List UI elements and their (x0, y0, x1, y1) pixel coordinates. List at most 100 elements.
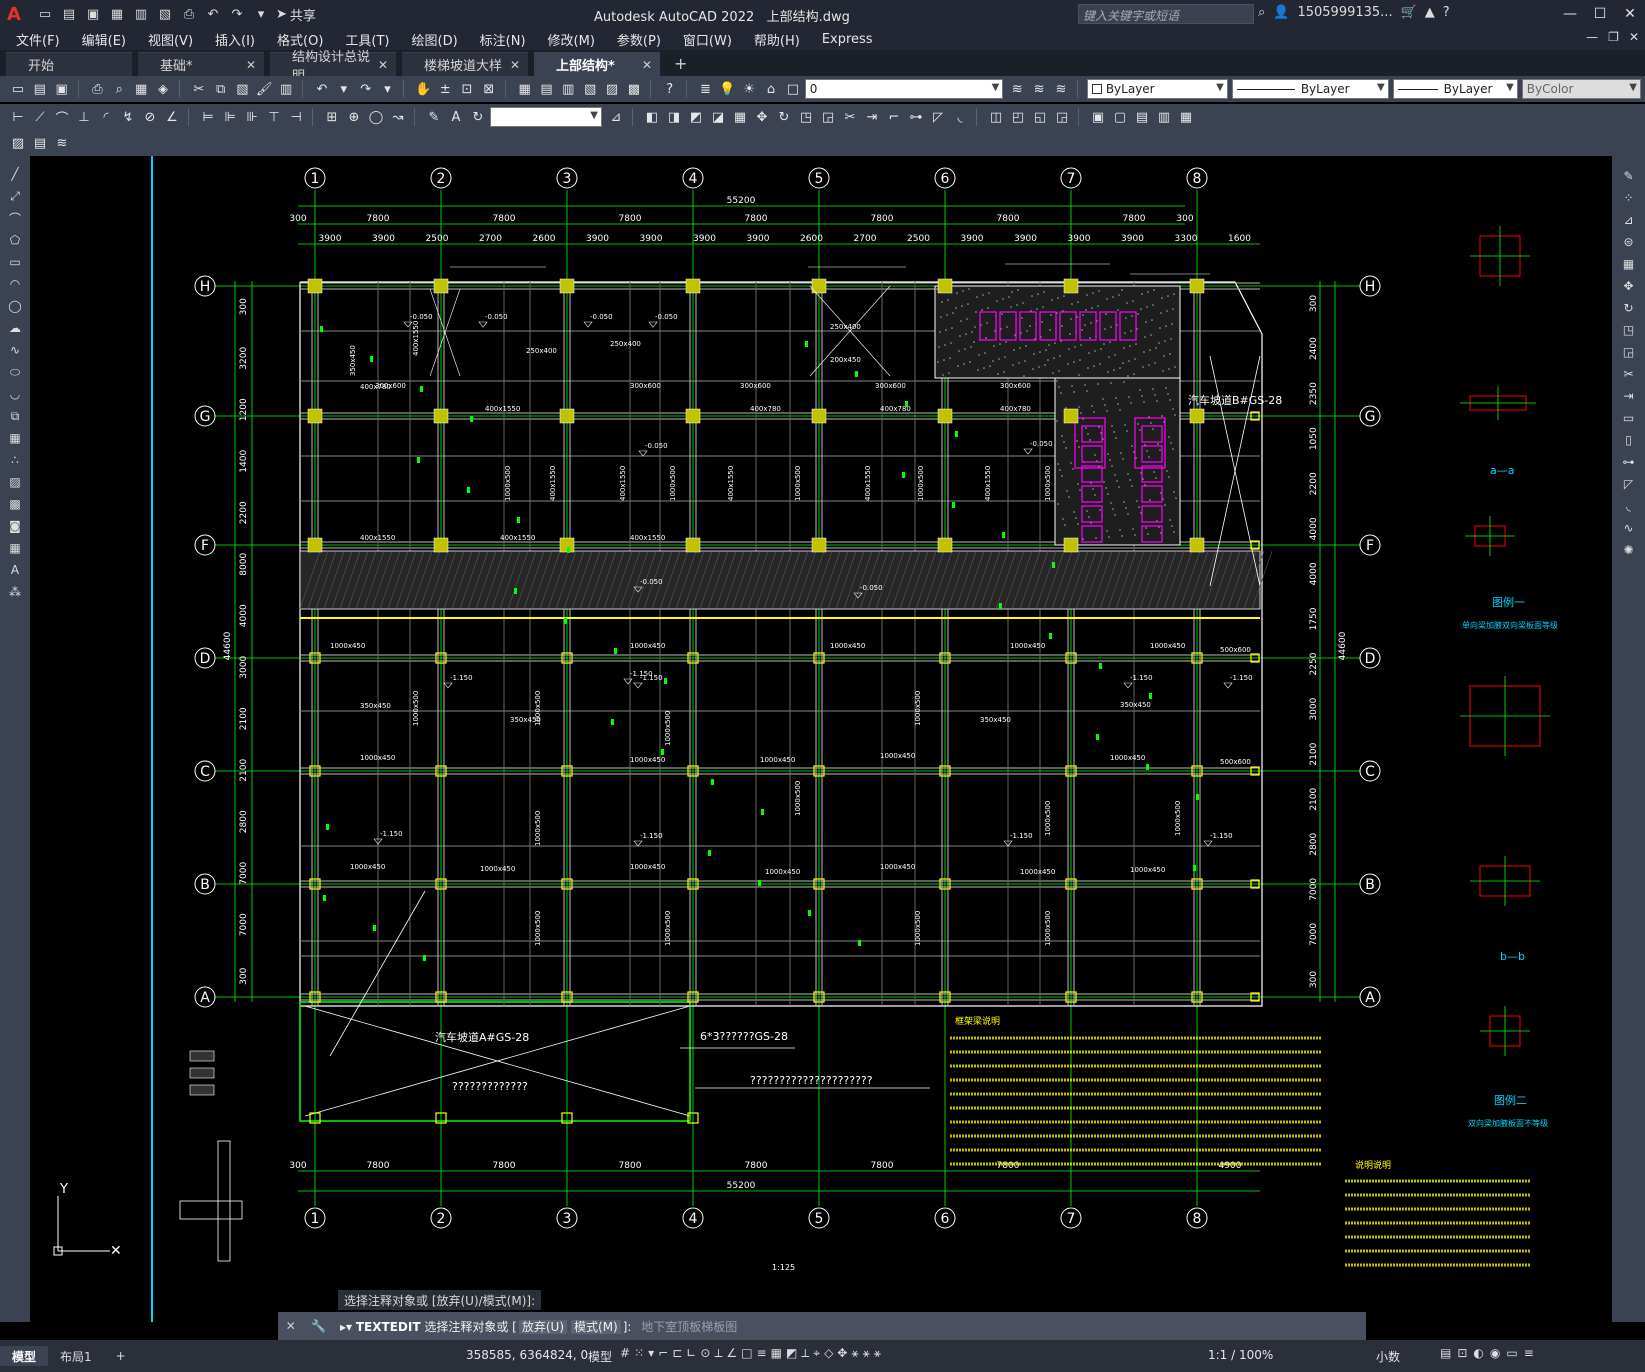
sheet-set-icon[interactable]: ▧ (580, 79, 600, 99)
annotation-scale-icon[interactable]: ⚹ (874, 1346, 881, 1361)
menu-help[interactable]: 帮助(H) (754, 30, 800, 49)
linear-dimension-icon[interactable]: ⊢ (8, 107, 28, 127)
zoom-window-icon[interactable]: ⊡ (457, 79, 477, 99)
tool-palettes-icon[interactable]: ▥ (558, 79, 578, 99)
keyword-undo[interactable]: 放弃(U) (518, 1319, 568, 1334)
dim-style-dropdown[interactable]: ▼ (490, 107, 602, 127)
menu-file[interactable]: 文件(F) (16, 30, 60, 49)
cart-icon[interactable]: 🛒 (1401, 5, 1417, 20)
continue-icon[interactable]: ⊪ (242, 107, 262, 127)
snap-icon[interactable]: ⁙ (634, 1346, 644, 1361)
annotation-visibility-icon[interactable]: ⚹ (851, 1346, 858, 1361)
mtext-icon[interactable]: A (4, 560, 26, 580)
transparency-icon[interactable]: ▦ (771, 1346, 782, 1361)
isodraft-icon[interactable]: ⟂ (714, 1346, 722, 1361)
add-layout-icon[interactable]: + (104, 1346, 138, 1366)
qnew-icon[interactable]: ▭ (8, 79, 28, 99)
fillet-icon[interactable]: ◟ (950, 107, 970, 127)
ortho-icon[interactable]: ∟ (686, 1346, 696, 1361)
share-button[interactable]: ➤ 共享 (276, 5, 316, 24)
markup-icon[interactable]: ▨ (602, 79, 622, 99)
insert-block-icon[interactable]: ⧉ (4, 406, 26, 426)
multileader-style-icon[interactable]: ≋ (52, 133, 72, 153)
erase-icon[interactable]: ✎ (1618, 166, 1640, 186)
region-icon[interactable]: ◙ (4, 516, 26, 536)
isolate-objects-icon[interactable]: ◐ (1473, 1346, 1483, 1360)
open-icon[interactable]: ▤ (30, 79, 50, 99)
dim-text-edit-icon[interactable]: A (446, 107, 466, 127)
explode-icon[interactable]: ✺ (1618, 540, 1640, 560)
auto-scale-icon[interactable]: ⚹ (863, 1346, 870, 1361)
3dprint-icon[interactable]: ◈ (153, 79, 173, 99)
array-icon[interactable]: ▦ (730, 107, 750, 127)
clean-screen-icon[interactable]: ▭ (1506, 1346, 1517, 1360)
cut-icon[interactable]: ✂ (189, 79, 209, 99)
plotstyle-dropdown[interactable]: ByColor ▼ (1521, 79, 1641, 99)
copy-icon[interactable]: ⁘ (1618, 188, 1640, 208)
scale-icon[interactable]: ◳ (796, 107, 816, 127)
publish-icon[interactable]: ▦ (131, 79, 151, 99)
menu-draw[interactable]: 绘图(D) (412, 30, 458, 49)
trim-icon[interactable]: ✂ (1618, 364, 1640, 384)
ordinate-icon[interactable]: ⊥ (74, 107, 94, 127)
selection-filter-icon[interactable]: ◇ (824, 1346, 833, 1361)
menu-dimension[interactable]: 标注(N) (480, 30, 526, 49)
construction-line-icon[interactable]: ⤢ (4, 186, 26, 206)
help-icon[interactable]: ? (660, 79, 680, 99)
customize-icon[interactable]: 🔧 (311, 1319, 326, 1333)
zoom-previous-icon[interactable]: ⊠ (479, 79, 499, 99)
offset-icon[interactable]: ⊜ (1618, 232, 1640, 252)
tab-structural-notes[interactable]: 结构设计总说明✕ (270, 50, 396, 84)
extend-icon[interactable]: ⇥ (862, 107, 882, 127)
hatch-icon[interactable]: ▨ (4, 472, 26, 492)
object-snap-icon[interactable]: □ (741, 1346, 752, 1361)
coordinates-readout[interactable]: 358585, 6364824, 0 (466, 1348, 588, 1362)
selection-cycling-icon[interactable]: ◩ (786, 1346, 797, 1361)
linetype-dropdown[interactable]: ByLayer ▼ (1231, 79, 1389, 99)
close-icon[interactable]: ✕ (286, 1319, 296, 1333)
keyword-mode[interactable]: 模式(M) (571, 1319, 621, 1334)
center-mark-icon[interactable]: ⊕ (344, 107, 364, 127)
menu-insert[interactable]: 插入(I) (215, 30, 255, 49)
copy-object-icon[interactable]: ◨ (664, 107, 684, 127)
menu-view[interactable]: 视图(V) (148, 30, 193, 49)
customize-icon[interactable]: ≡ (1524, 1346, 1534, 1360)
menu-window[interactable]: 窗口(W) (683, 30, 732, 49)
layer-color-swatch-icon[interactable]: □ (783, 79, 803, 99)
plot-preview-icon[interactable]: ▧ (154, 4, 176, 24)
annotation-scale-dropdown[interactable]: 1:1 / 100% (1208, 1348, 1273, 1362)
redo-icon[interactable]: ↷ (226, 4, 248, 24)
stretch-icon[interactable]: ◲ (1618, 342, 1640, 362)
text-style-icon[interactable]: ▨ (8, 133, 28, 153)
send-back-icon[interactable]: ◱ (1030, 107, 1050, 127)
dynamic-input-icon[interactable]: ⊏ (672, 1346, 682, 1361)
zoom-realtime-icon[interactable]: ± (435, 79, 455, 99)
break-icon[interactable]: ⊣ (286, 107, 306, 127)
group-select-icon[interactable]: ▥ (1154, 107, 1174, 127)
mirror-icon[interactable]: ⊿ (1618, 210, 1640, 230)
tab-superstructure[interactable]: 上部结构* ✕ (534, 52, 660, 76)
rectangle-icon[interactable]: ▭ (4, 252, 26, 272)
polygon-icon[interactable]: ⬠ (4, 230, 26, 250)
chamfer-icon[interactable]: ◸ (928, 107, 948, 127)
new-tab-icon[interactable]: + (666, 54, 695, 76)
command-line[interactable]: 选择注释对象或 [放弃(U)/模式(M)]: ✕ 🔧 ▸▾ TEXTEDIT 选… (278, 1290, 1366, 1340)
text-front-icon[interactable]: ◲ (1052, 107, 1072, 127)
hardware-acceleration-icon[interactable]: ◉ (1490, 1346, 1500, 1360)
circle-icon[interactable]: ◯ (4, 296, 26, 316)
new-file-icon[interactable]: ▭ (34, 4, 56, 24)
menu-edit[interactable]: 编辑(E) (82, 30, 126, 49)
save-icon[interactable]: ▣ (52, 79, 72, 99)
lineweight-dropdown[interactable]: ByLayer ▼ (1392, 79, 1518, 99)
search-icon[interactable]: ⌕ (1258, 5, 1265, 20)
lineweight-icon[interactable]: ≡ (757, 1346, 767, 1361)
blend-icon[interactable]: ∿ (1618, 518, 1640, 538)
search-input[interactable]: 键入关键字或短语 (1078, 4, 1254, 24)
group-edit-icon[interactable]: ▤ (1132, 107, 1152, 127)
plot-icon[interactable]: ⎙ (88, 79, 108, 99)
revision-cloud-icon[interactable]: ☁ (4, 318, 26, 338)
quick-dim-icon[interactable]: ⊨ (198, 107, 218, 127)
close-icon[interactable]: ✕ (510, 58, 520, 72)
menu-parametric[interactable]: 参数(P) (617, 30, 661, 49)
match-properties-icon[interactable]: 🖌 (254, 79, 274, 99)
